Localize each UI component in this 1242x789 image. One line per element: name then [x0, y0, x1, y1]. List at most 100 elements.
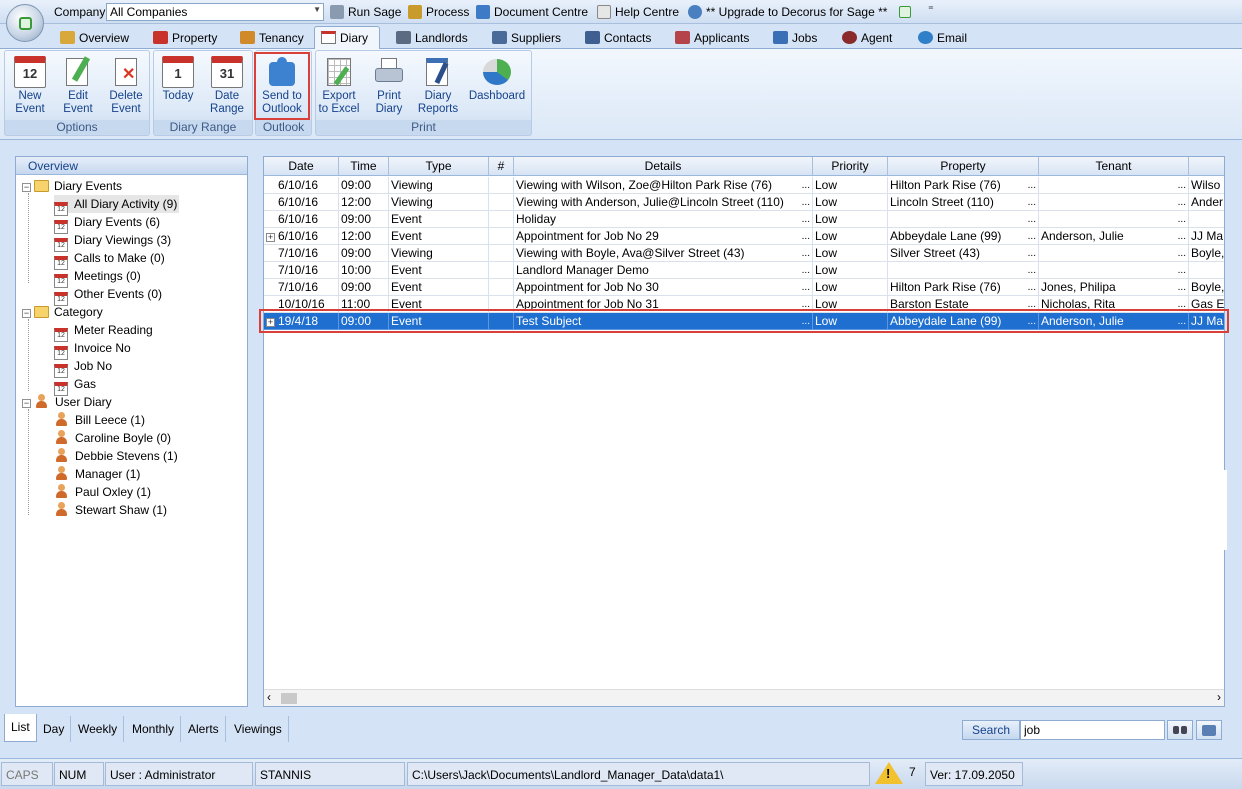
tree-item-user[interactable]: Paul Oxley (1) [54, 483, 151, 501]
upgrade-link[interactable]: ** Upgrade to Decorus for Sage ** [688, 5, 887, 19]
table-row[interactable]: +6/10/16 12:00 Event Appointment for Job No… [264, 228, 1224, 245]
tab-landlords[interactable]: Landlords [396, 28, 468, 48]
expand-icon[interactable]: + [266, 233, 275, 242]
tree-item-diary-events[interactable]: 12 Diary Events (6) [54, 213, 160, 234]
process-button[interactable]: Process [408, 5, 469, 19]
tab-email[interactable]: Email [918, 28, 967, 48]
ellipsis-button[interactable]: ... [1028, 177, 1036, 193]
run-sage-button[interactable]: Run Sage [330, 5, 401, 19]
view-tab-day[interactable]: Day [37, 716, 72, 742]
column-header[interactable]: Time [339, 157, 389, 176]
column-header[interactable]: Tenant [1039, 157, 1189, 176]
ellipsis-button[interactable]: ... [802, 194, 810, 210]
dashboard-button[interactable]: Dashboard [466, 54, 528, 120]
tree-item-gas[interactable]: 12 Gas [54, 375, 96, 396]
tree-node-user-diary[interactable]: − User Diary [22, 393, 112, 411]
ellipsis-button[interactable]: ... [802, 228, 810, 244]
search-input[interactable] [1020, 720, 1165, 740]
tree-item-meter-reading[interactable]: 12 Meter Reading [54, 321, 153, 342]
ellipsis-button[interactable]: ... [1028, 279, 1036, 295]
view-tab-monthly[interactable]: Monthly [126, 716, 182, 742]
search-button[interactable]: Search [962, 720, 1020, 740]
company-select[interactable]: All Companies ▼ [106, 3, 324, 21]
tree-node-diary-events[interactable]: − Diary Events [22, 177, 122, 195]
horizontal-scrollbar[interactable]: ‹ › [264, 689, 1224, 706]
clear-search-icon[interactable] [1196, 720, 1222, 740]
customize-toolbar-icon[interactable]: ⁼ [928, 3, 934, 16]
green-app-icon[interactable] [899, 6, 911, 18]
warnings-indicator[interactable]: ! 7 [873, 760, 923, 787]
tree-item-invoice-no[interactable]: 12 Invoice No [54, 339, 131, 360]
ellipsis-button[interactable]: ... [1028, 194, 1036, 210]
tree-item-all-diary-activity[interactable]: 12 All Diary Activity (9) [54, 195, 180, 216]
tree-item-user[interactable]: Debbie Stevens (1) [54, 447, 178, 465]
scroll-thumb[interactable] [281, 693, 297, 704]
column-header[interactable]: Priority [813, 157, 888, 176]
scroll-right-icon[interactable]: › [1217, 690, 1221, 704]
column-header[interactable]: Details [514, 157, 813, 176]
ellipsis-button[interactable]: ... [1178, 228, 1186, 244]
tree-item-other-events[interactable]: 12 Other Events (0) [54, 285, 162, 306]
ellipsis-button[interactable]: ... [802, 262, 810, 278]
view-tab-list[interactable]: List [4, 714, 37, 742]
tree-item-user[interactable]: Caroline Boyle (0) [54, 429, 171, 447]
column-header[interactable]: Date [264, 157, 339, 176]
date-range-button[interactable]: 31 Date Range [204, 54, 250, 120]
scroll-left-icon[interactable]: ‹ [267, 690, 271, 704]
application-menu-button[interactable] [6, 4, 44, 42]
ellipsis-button[interactable]: ... [1178, 194, 1186, 210]
tree-item-user[interactable]: Manager (1) [54, 465, 140, 483]
collapse-icon[interactable]: − [22, 399, 31, 408]
collapse-icon[interactable]: − [22, 183, 31, 192]
table-row[interactable]: 6/10/16 12:00 Viewing Viewing with Anderson… [264, 194, 1224, 211]
tab-property[interactable]: Property [153, 28, 217, 48]
ellipsis-button[interactable]: ... [1028, 228, 1036, 244]
print-diary-button[interactable]: Print Diary [366, 54, 412, 120]
tree-item-user[interactable]: Stewart Shaw (1) [54, 501, 167, 519]
edit-event-button[interactable]: Edit Event [55, 54, 101, 120]
tree-item-user[interactable]: Bill Leece (1) [54, 411, 145, 429]
ellipsis-button[interactable]: ... [1028, 262, 1036, 278]
document-centre-button[interactable]: Document Centre [476, 5, 588, 19]
table-row[interactable]: 6/10/16 09:00 Viewing Viewing with Wilson, … [264, 177, 1224, 194]
tree-item-diary-viewings[interactable]: 12 Diary Viewings (3) [54, 231, 171, 252]
diary-grid[interactable]: Date Time Type # Details Priority Property Tena… [263, 156, 1225, 707]
ellipsis-button[interactable]: ... [1178, 245, 1186, 261]
ellipsis-button[interactable]: ... [1178, 279, 1186, 295]
ellipsis-button[interactable]: ... [1178, 211, 1186, 227]
tab-suppliers[interactable]: Suppliers [492, 28, 561, 48]
tree-node-category[interactable]: − Category [22, 303, 103, 321]
delete-event-button[interactable]: ✕ Delete Event [103, 54, 149, 120]
ellipsis-button[interactable]: ... [1028, 245, 1036, 261]
table-row[interactable]: 7/10/16 09:00 Viewing Viewing with Boyle, A… [264, 245, 1224, 262]
tree-item-calls-to-make[interactable]: 12 Calls to Make (0) [54, 249, 165, 270]
view-tab-alerts[interactable]: Alerts [182, 716, 226, 742]
diary-reports-button[interactable]: Diary Reports [415, 54, 461, 120]
today-button[interactable]: 1 Today [155, 54, 201, 120]
ellipsis-button[interactable]: ... [802, 211, 810, 227]
tab-diary[interactable]: Diary [314, 26, 380, 49]
ellipsis-button[interactable]: ... [802, 279, 810, 295]
export-to-excel-button[interactable]: Export to Excel [316, 54, 362, 120]
binoculars-icon[interactable] [1167, 720, 1193, 740]
tab-applicants[interactable]: Applicants [675, 28, 749, 48]
tab-agent[interactable]: Agent [842, 28, 892, 48]
tab-jobs[interactable]: Jobs [773, 28, 817, 48]
ellipsis-button[interactable]: ... [1178, 177, 1186, 193]
table-row[interactable]: 7/10/16 09:00 Event Appointment for Job No … [264, 279, 1224, 296]
ellipsis-button[interactable]: ... [1178, 262, 1186, 278]
tab-tenancy[interactable]: Tenancy [240, 28, 304, 48]
tab-overview[interactable]: Overview [60, 28, 129, 48]
ellipsis-button[interactable]: ... [802, 245, 810, 261]
collapse-icon[interactable]: − [22, 309, 31, 318]
view-tab-weekly[interactable]: Weekly [72, 716, 125, 742]
tab-contacts[interactable]: Contacts [585, 28, 651, 48]
ellipsis-button[interactable]: ... [1028, 211, 1036, 227]
column-header[interactable]: Type [389, 157, 489, 176]
help-centre-button[interactable]: Help Centre [597, 5, 679, 19]
column-header[interactable]: # [489, 157, 514, 176]
new-event-button[interactable]: 12 New Event [7, 54, 53, 120]
table-row[interactable]: 7/10/16 10:00 Event Landlord Manager Demo..… [264, 262, 1224, 279]
view-tab-viewings[interactable]: Viewings [228, 716, 289, 742]
table-row[interactable]: 6/10/16 09:00 Event Holiday... Low...... [264, 211, 1224, 228]
